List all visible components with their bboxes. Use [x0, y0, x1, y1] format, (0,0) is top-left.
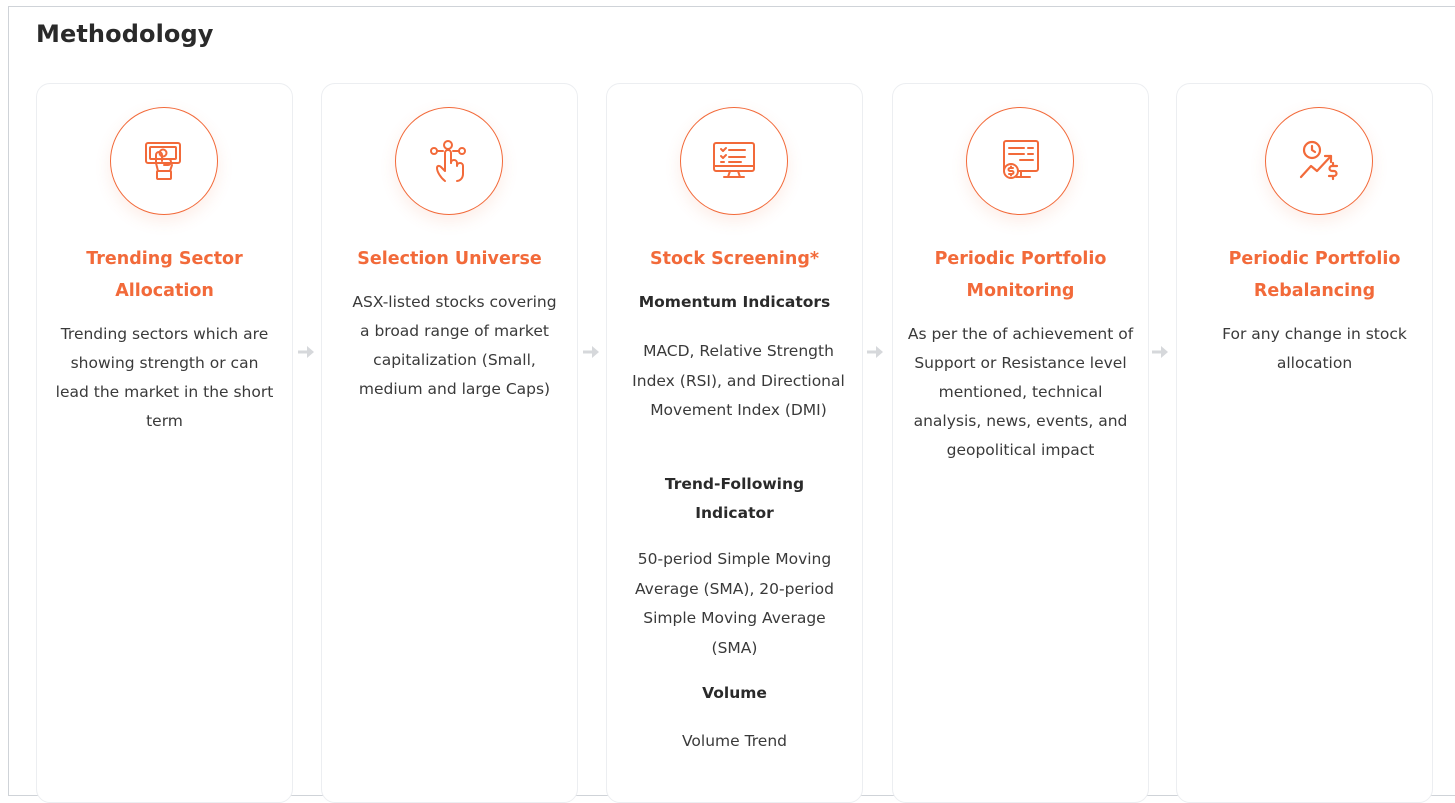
card-title: Periodic Portfolio Monitoring — [934, 249, 1107, 301]
card-description: As per the of achievement of Support or … — [907, 325, 1134, 459]
card-title: Periodic Portfolio Rebalancing — [1228, 249, 1401, 301]
section-heading-volume: Volume — [702, 684, 767, 702]
arrow-right-icon — [867, 346, 883, 358]
step-card-selection-universe: Selection Universe ASX-listed stocks cov… — [321, 83, 578, 803]
section-heading-momentum: Momentum Indicators — [638, 293, 831, 311]
section-text-trend-following: 50-period Simple Moving Average (SMA), 2… — [634, 550, 835, 657]
rebalance-trend-dollar-icon — [1299, 140, 1339, 181]
icon-badge — [1265, 107, 1373, 215]
page-title: Methodology — [36, 20, 214, 48]
step-card-portfolio-rebalancing: Periodic Portfolio Rebalancing For any c… — [1176, 83, 1433, 803]
card-description: ASX-listed stocks covering a broad range… — [352, 293, 557, 398]
monitor-dollar-icon — [1003, 140, 1039, 179]
section-heading-trend-following: Trend-Following Indicator — [664, 475, 805, 522]
hand-tap-icon — [430, 140, 466, 182]
icon-badge — [395, 107, 503, 215]
step-card-stock-screening: Stock Screening* Momentum Indicators MAC… — [606, 83, 863, 803]
section-text-momentum: MACD, Relative Strength Index (RSI), and… — [632, 342, 845, 419]
step-card-portfolio-monitoring: Periodic Portfolio Monitoring As per the… — [892, 83, 1149, 803]
arrow-right-icon — [1152, 346, 1168, 358]
card-title: Selection Universe — [357, 249, 542, 269]
card-description: Trending sectors which are showing stren… — [55, 325, 274, 430]
step-card-trending-sector-allocation: Trending Sector Allocation Trending sect… — [36, 83, 293, 803]
icon-badge — [110, 107, 218, 215]
arrow-right-icon — [298, 346, 314, 358]
section-text-volume: Volume Trend — [682, 732, 787, 750]
arrow-right-icon — [583, 346, 599, 358]
icon-badge — [680, 107, 788, 215]
card-title: Stock Screening* — [649, 249, 820, 269]
card-title: Trending Sector Allocation — [86, 249, 243, 301]
monitor-checklist-icon — [713, 142, 755, 178]
icon-badge — [966, 107, 1074, 215]
card-description: For any change in stock allocation — [1222, 325, 1407, 372]
banknote-hand-icon — [145, 142, 181, 180]
